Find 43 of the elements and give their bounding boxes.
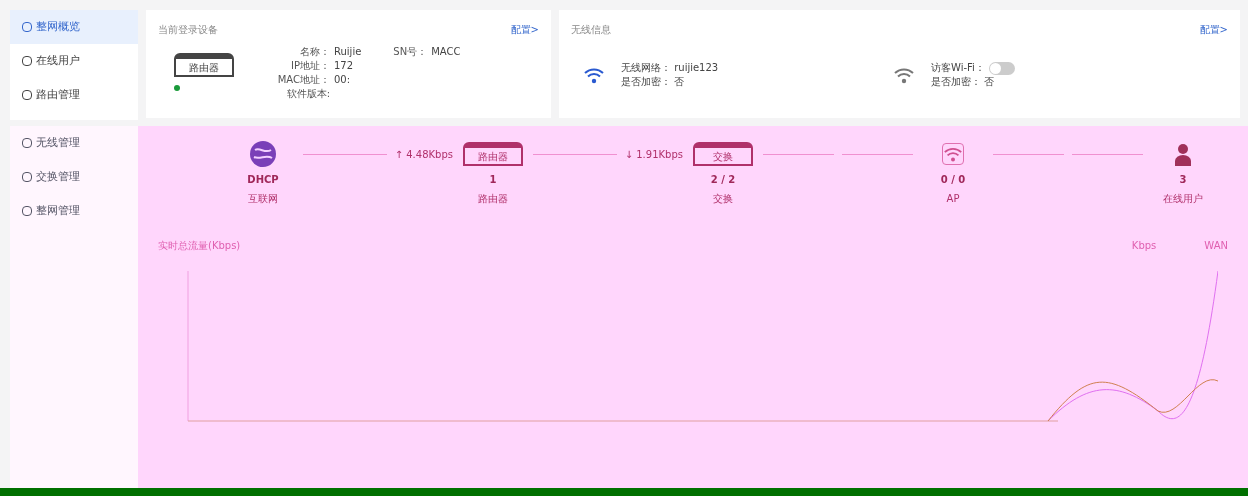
- guest-wifi-label: 访客Wi-Fi：: [931, 61, 985, 75]
- field-value: 00:: [334, 73, 351, 87]
- field-label: 名称：: [299, 45, 330, 59]
- field-label: IP地址：: [290, 59, 330, 73]
- unit-label: Kbps: [1131, 239, 1157, 253]
- sidebar-item[interactable]: 在线用户: [10, 44, 138, 78]
- node-label: 在线用户: [1163, 192, 1203, 206]
- node-count: 3: [1179, 173, 1187, 187]
- sidebar-item[interactable]: 路由管理: [10, 78, 138, 112]
- interface-label: WAN: [1204, 239, 1228, 253]
- field-value: Ruijie: [334, 45, 362, 59]
- card-title: 当前登录设备: [158, 23, 218, 37]
- sidebar-item[interactable]: 整网概览: [10, 10, 138, 44]
- sidebar-item[interactable]: 交换管理: [10, 160, 138, 194]
- sidebar-item[interactable]: 整网管理: [10, 194, 138, 228]
- device-drawing: 路由器: [174, 53, 234, 77]
- field-value: 172: [334, 59, 354, 73]
- encryption-status: 是否加密： 否: [621, 75, 686, 89]
- node-count: 2 / 2: [710, 173, 736, 187]
- globe-icon: [249, 140, 277, 168]
- download-rate: ↓ 1.91Kbps: [624, 147, 683, 162]
- field-label: 软件版本:: [285, 87, 330, 101]
- encryption-status: 是否加密： 否: [931, 75, 996, 89]
- device-drawing: 交换: [693, 142, 753, 166]
- node-label: AP: [946, 192, 960, 206]
- node-count: 0 / 0: [940, 173, 966, 187]
- field-value: MACC: [431, 45, 461, 59]
- upload-rate: ↑ 4.48Kbps: [394, 147, 453, 162]
- network-name: 无线网络： ruijie123: [621, 61, 719, 75]
- node-label: 交换: [713, 192, 733, 206]
- node-label: 互联网: [248, 192, 278, 206]
- sidebar-item[interactable]: 无线管理: [10, 126, 138, 160]
- config-link[interactable]: 配置>: [1199, 22, 1228, 37]
- guest-wifi-toggle[interactable]: [988, 61, 1015, 75]
- node-count: DHCP: [247, 173, 279, 187]
- node-count: 1: [489, 173, 497, 187]
- card-title: 无线信息: [571, 23, 611, 37]
- config-link[interactable]: 配置>: [510, 22, 539, 37]
- device-drawing: 路由器: [463, 142, 523, 166]
- chart-title: 实时总流量(Kbps): [158, 239, 241, 253]
- field-label: SN号：: [393, 45, 428, 59]
- node-label: 路由器: [478, 192, 508, 206]
- field-label: MAC地址：: [276, 73, 330, 87]
